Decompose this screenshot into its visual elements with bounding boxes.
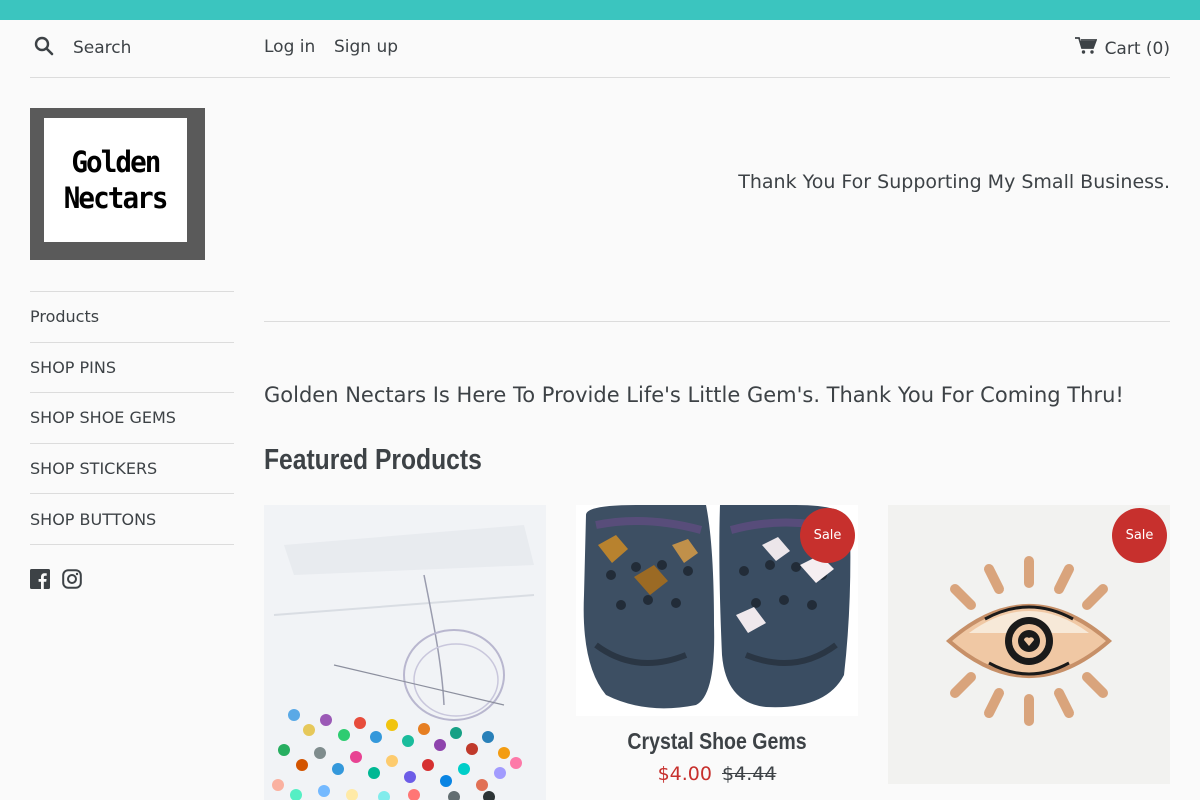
instagram-icon[interactable] xyxy=(62,569,82,589)
sidebar-link-products[interactable]: Products xyxy=(30,307,99,326)
sidebar-item-shop-pins: SHOP PINS xyxy=(30,343,234,394)
intro-text: Golden Nectars Is Here To Provide Life's… xyxy=(264,383,1124,407)
logo-line-1: Golden xyxy=(71,145,161,179)
store-logo[interactable]: Golden Nectars xyxy=(30,108,205,260)
sidebar-item-shop-shoe-gems: SHOP SHOE GEMS xyxy=(30,393,234,444)
sidebar-item-shop-buttons: SHOP BUTTONS xyxy=(30,494,234,545)
sale-badge: Sale xyxy=(1112,508,1167,563)
social-links xyxy=(30,569,82,589)
site-header: Log in Sign up Cart (0) xyxy=(30,20,1170,78)
store-tagline: Thank You For Supporting My Small Busine… xyxy=(738,171,1170,193)
announcement-bar xyxy=(0,0,1200,20)
logo-wordmark: Golden Nectars xyxy=(44,118,187,242)
product-card[interactable]: Sale xyxy=(888,505,1170,784)
sale-price: $4.00 xyxy=(657,763,712,785)
compare-price: $4.44 xyxy=(722,763,777,785)
product-image: Sale xyxy=(888,505,1170,784)
logo-line-2: Nectars xyxy=(64,181,169,215)
facebook-icon[interactable] xyxy=(30,569,50,589)
featured-products-heading: Featured Products xyxy=(264,444,482,476)
product-card[interactable] xyxy=(264,505,546,800)
login-link[interactable]: Log in xyxy=(264,37,315,57)
sidebar-item-products: Products xyxy=(30,292,234,343)
sidebar-link-shop-shoe-gems[interactable]: SHOP SHOE GEMS xyxy=(30,408,176,427)
sidebar-link-shop-stickers[interactable]: SHOP STICKERS xyxy=(30,459,157,478)
sidebar-link-shop-buttons[interactable]: SHOP BUTTONS xyxy=(30,510,156,529)
sale-badge: Sale xyxy=(800,508,855,563)
cart-label: Cart (0) xyxy=(1104,38,1170,59)
search-input[interactable] xyxy=(73,38,233,58)
product-price: $4.00 $4.44 xyxy=(576,763,858,785)
search-icon[interactable] xyxy=(34,36,54,60)
sidebar-nav: Products SHOP PINS SHOP SHOE GEMS SHOP S… xyxy=(30,291,234,545)
cart-link[interactable]: Cart (0) xyxy=(1074,37,1170,60)
cart-icon xyxy=(1074,37,1105,60)
product-image: Sale xyxy=(576,505,858,716)
divider xyxy=(264,321,1170,322)
search-box[interactable] xyxy=(34,36,233,60)
product-title: Crystal Shoe Gems xyxy=(627,728,807,754)
signup-link[interactable]: Sign up xyxy=(334,37,398,57)
sidebar-link-shop-pins[interactable]: SHOP PINS xyxy=(30,358,116,377)
product-card[interactable]: Sale Crystal Shoe Gems $4.00 $4.44 xyxy=(576,505,858,785)
sidebar-item-shop-stickers: SHOP STICKERS xyxy=(30,444,234,495)
product-image xyxy=(264,505,546,800)
